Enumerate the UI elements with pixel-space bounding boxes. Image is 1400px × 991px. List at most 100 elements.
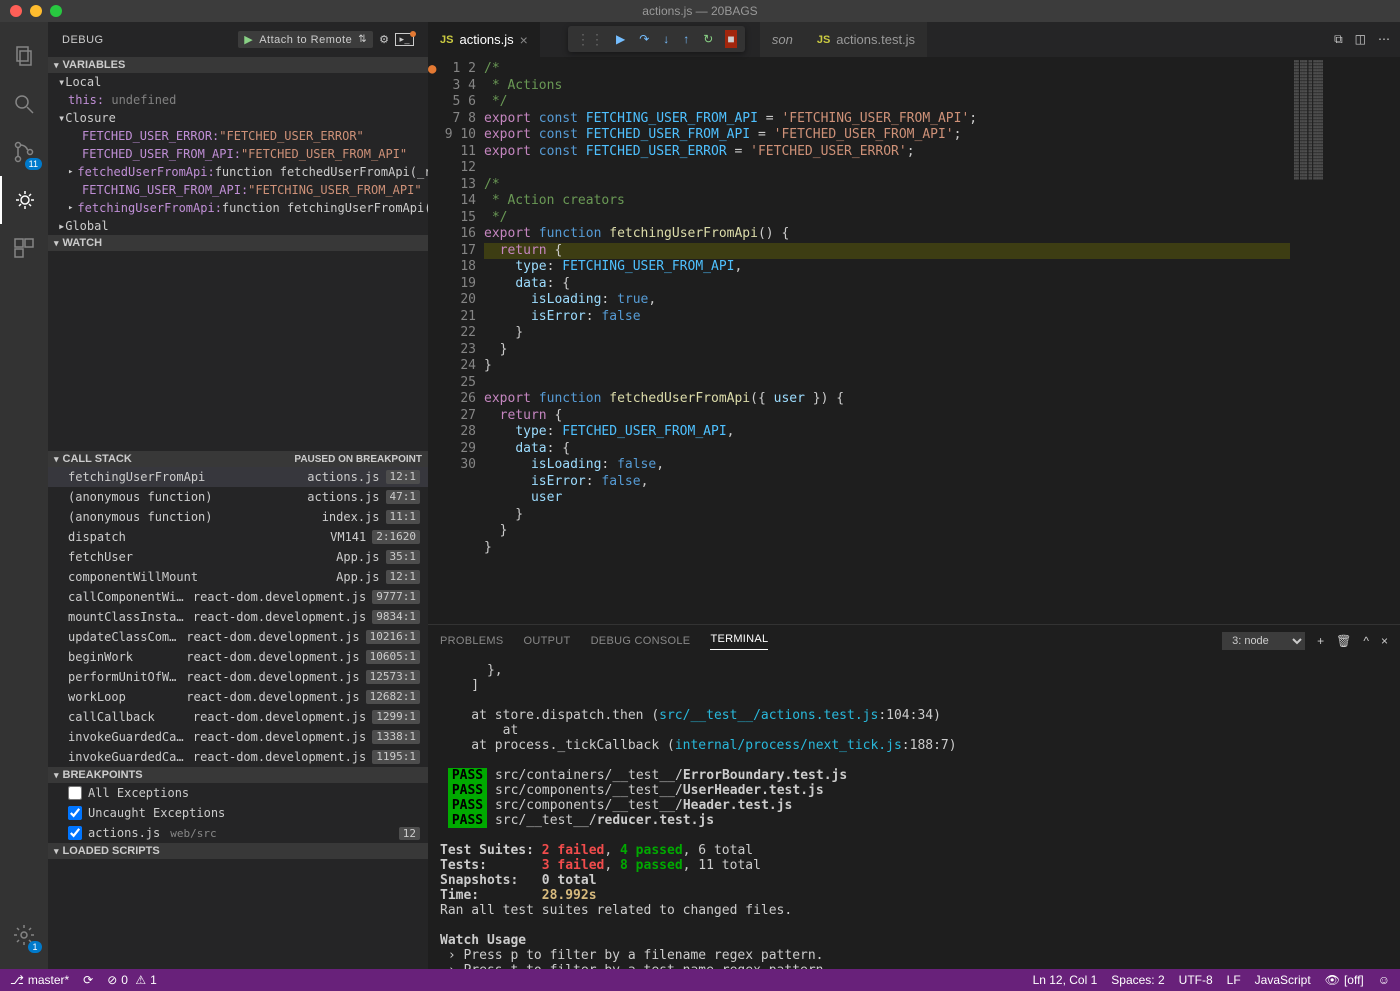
split-editor-icon[interactable]: ◫: [1355, 32, 1366, 47]
editor-tabs: JS actions.js × ⋮⋮ ▶ ↷ ↓ ↑ ↻ ■ son JS ac…: [428, 22, 1400, 57]
sync-indicator[interactable]: ⟳: [83, 973, 93, 987]
new-terminal-icon[interactable]: +: [1317, 634, 1324, 648]
code-editor[interactable]: ● 1 2 3 4 5 6 7 8 9 10 11 12 13 14 15 16…: [428, 57, 1400, 624]
minimize-window-button[interactable]: [30, 5, 42, 17]
language-mode[interactable]: JavaScript: [1255, 973, 1311, 987]
minimap[interactable]: ████ ██████ ███ ████████ ████ ██████ ███…: [1290, 57, 1400, 624]
extensions-icon[interactable]: [0, 224, 48, 272]
step-over-button[interactable]: ↷: [637, 30, 651, 48]
panel-tab-terminal[interactable]: TERMINAL: [710, 633, 768, 650]
restart-button[interactable]: ↻: [701, 30, 715, 48]
bp-uncaught-exceptions[interactable]: Uncaught Exceptions: [48, 803, 428, 823]
explorer-icon[interactable]: [0, 32, 48, 80]
bp-file-entry[interactable]: actions.jsweb/src12: [48, 823, 428, 843]
bp-all-exceptions[interactable]: All Exceptions: [48, 783, 428, 803]
drag-handle-icon[interactable]: ⋮⋮: [576, 31, 604, 48]
callstack-frame[interactable]: (anonymous function)actions.js47:1: [48, 487, 428, 507]
close-tab-icon[interactable]: ×: [520, 32, 528, 48]
panel-tab-output[interactable]: OUTPUT: [524, 635, 571, 647]
indentation[interactable]: Spaces: 2: [1111, 973, 1164, 987]
callstack-header[interactable]: ▾CALL STACK PAUSED ON BREAKPOINT: [48, 451, 428, 467]
debug-icon[interactable]: [0, 176, 48, 224]
encoding[interactable]: UTF-8: [1179, 973, 1213, 987]
callstack-frame[interactable]: performUnitOfWorkreact-dom.development.j…: [48, 667, 428, 687]
variables-header[interactable]: ▾ VARIABLES: [48, 57, 428, 73]
callstack-frame[interactable]: fetchingUserFromApiactions.js12:1: [48, 467, 428, 487]
debug-settings-icon[interactable]: ⚙: [379, 33, 389, 46]
step-out-button[interactable]: ↑: [681, 30, 691, 48]
tab-json[interactable]: son: [760, 22, 805, 57]
panel-tab-problems[interactable]: PROBLEMS: [440, 635, 504, 647]
branch-indicator[interactable]: ⎇ master*: [10, 973, 69, 987]
kill-terminal-icon[interactable]: 🗑: [1336, 634, 1351, 648]
callstack-frame[interactable]: callComponentWillMountreact-dom.developm…: [48, 587, 428, 607]
tab-actions-js[interactable]: JS actions.js ×: [428, 22, 540, 57]
bp-all-checkbox[interactable]: [68, 786, 82, 800]
watch-header[interactable]: ▾WATCH: [48, 235, 428, 251]
terminal-output[interactable]: }, ] at store.dispatch.then (src/__test_…: [428, 657, 1400, 969]
close-panel-icon[interactable]: ×: [1381, 634, 1388, 648]
watch-body[interactable]: [48, 251, 428, 451]
search-icon[interactable]: [0, 80, 48, 128]
source-control-icon[interactable]: 11: [0, 128, 48, 176]
loaded-scripts-header[interactable]: ▾LOADED SCRIPTS: [48, 843, 428, 859]
callstack-frame[interactable]: invokeGuardedCallbackreact-dom.developme…: [48, 747, 428, 767]
callstack-frame[interactable]: workLoopreact-dom.development.js12682:1: [48, 687, 428, 707]
closure-var[interactable]: FETCHED_USER_FROM_API: "FETCHED_USER_FRO…: [48, 145, 428, 163]
closure-var[interactable]: ▸fetchedUserFromApi: function fetchedUse…: [48, 163, 428, 181]
continue-button[interactable]: ▶: [614, 30, 627, 48]
compare-changes-icon[interactable]: ⧉: [1334, 32, 1343, 47]
callstack-frame[interactable]: (anonymous function)index.js11:1: [48, 507, 428, 527]
panel-tab-debug-console[interactable]: DEBUG CONSOLE: [591, 635, 691, 647]
bp-file-checkbox[interactable]: [68, 826, 82, 840]
debug-config-selector[interactable]: ▶ Attach to Remote ⇅: [238, 31, 373, 48]
feedback-icon[interactable]: ☺: [1378, 973, 1390, 987]
debug-console-icon[interactable]: ▸_: [395, 33, 414, 46]
breakpoints-header[interactable]: ▾BREAKPOINTS: [48, 767, 428, 783]
var-this[interactable]: this: undefined: [48, 91, 428, 109]
terminal-selector[interactable]: 3: node: [1222, 632, 1305, 650]
bp-uncaught-checkbox[interactable]: [68, 806, 82, 820]
config-dropdown-icon[interactable]: ⇅: [358, 36, 367, 44]
callstack-frame[interactable]: invokeGuardedCallbackDevreact-dom.develo…: [48, 727, 428, 747]
callstack-frame[interactable]: updateClassComponentreact-dom.developmen…: [48, 627, 428, 647]
title-bar: actions.js — 20BAGS: [0, 0, 1400, 22]
status-bar: ⎇ master* ⟳ ⊘ 0 ⚠ 1 Ln 12, Col 1 Spaces:…: [0, 969, 1400, 991]
tab-actions-test-js[interactable]: JS actions.test.js: [805, 22, 927, 57]
live-share[interactable]: 👁 [off]: [1325, 973, 1364, 987]
step-into-button[interactable]: ↓: [661, 30, 671, 48]
js-file-icon: JS: [817, 34, 830, 46]
bottom-panel: PROBLEMS OUTPUT DEBUG CONSOLE TERMINAL 3…: [428, 624, 1400, 969]
closure-var[interactable]: ▸fetchingUserFromApi: function fetchingU…: [48, 199, 428, 217]
scope-closure[interactable]: ▾Closure: [48, 109, 428, 127]
scm-badge: 11: [25, 158, 42, 170]
debug-config-name: Attach to Remote: [259, 34, 352, 46]
scope-local[interactable]: ▾Local: [48, 73, 428, 91]
editor-area: JS actions.js × ⋮⋮ ▶ ↷ ↓ ↑ ↻ ■ son JS ac…: [428, 22, 1400, 969]
stop-button[interactable]: ■: [725, 30, 736, 48]
close-window-button[interactable]: [10, 5, 22, 17]
callstack-frame[interactable]: beginWorkreact-dom.development.js10605:1: [48, 647, 428, 667]
more-actions-icon[interactable]: ⋯: [1378, 32, 1390, 47]
callstack-list: fetchingUserFromApiactions.js12:1(anonym…: [48, 467, 428, 767]
zoom-window-button[interactable]: [50, 5, 62, 17]
callstack-frame[interactable]: callCallbackreact-dom.development.js1299…: [48, 707, 428, 727]
closure-var[interactable]: FETCHED_USER_ERROR: "FETCHED_USER_ERROR": [48, 127, 428, 145]
settings-badge: 1: [28, 941, 42, 953]
settings-icon[interactable]: 1: [0, 911, 48, 959]
callstack-frame[interactable]: fetchUserApp.js35:1: [48, 547, 428, 567]
eol[interactable]: LF: [1227, 973, 1241, 987]
maximize-panel-icon[interactable]: ^: [1363, 634, 1369, 648]
debug-sidebar: DEBUG ▶ Attach to Remote ⇅ ⚙ ▸_ ▾ VARIAB…: [48, 22, 428, 969]
debug-toolbar[interactable]: ⋮⋮ ▶ ↷ ↓ ↑ ↻ ■: [568, 26, 745, 52]
closure-var[interactable]: FETCHING_USER_FROM_API: "FETCHING_USER_F…: [48, 181, 428, 199]
callstack-frame[interactable]: dispatchVM1412:1620: [48, 527, 428, 547]
cursor-position[interactable]: Ln 12, Col 1: [1033, 973, 1098, 987]
scope-global[interactable]: ▸Global: [48, 217, 428, 235]
problems-indicator[interactable]: ⊘ 0 ⚠ 1: [107, 973, 157, 987]
callstack-frame[interactable]: componentWillMountApp.js12:1: [48, 567, 428, 587]
callstack-frame[interactable]: mountClassInstancereact-dom.development.…: [48, 607, 428, 627]
paused-status: PAUSED ON BREAKPOINT: [294, 454, 422, 465]
start-debug-icon[interactable]: ▶: [244, 33, 253, 46]
window-title: actions.js — 20BAGS: [642, 4, 757, 18]
